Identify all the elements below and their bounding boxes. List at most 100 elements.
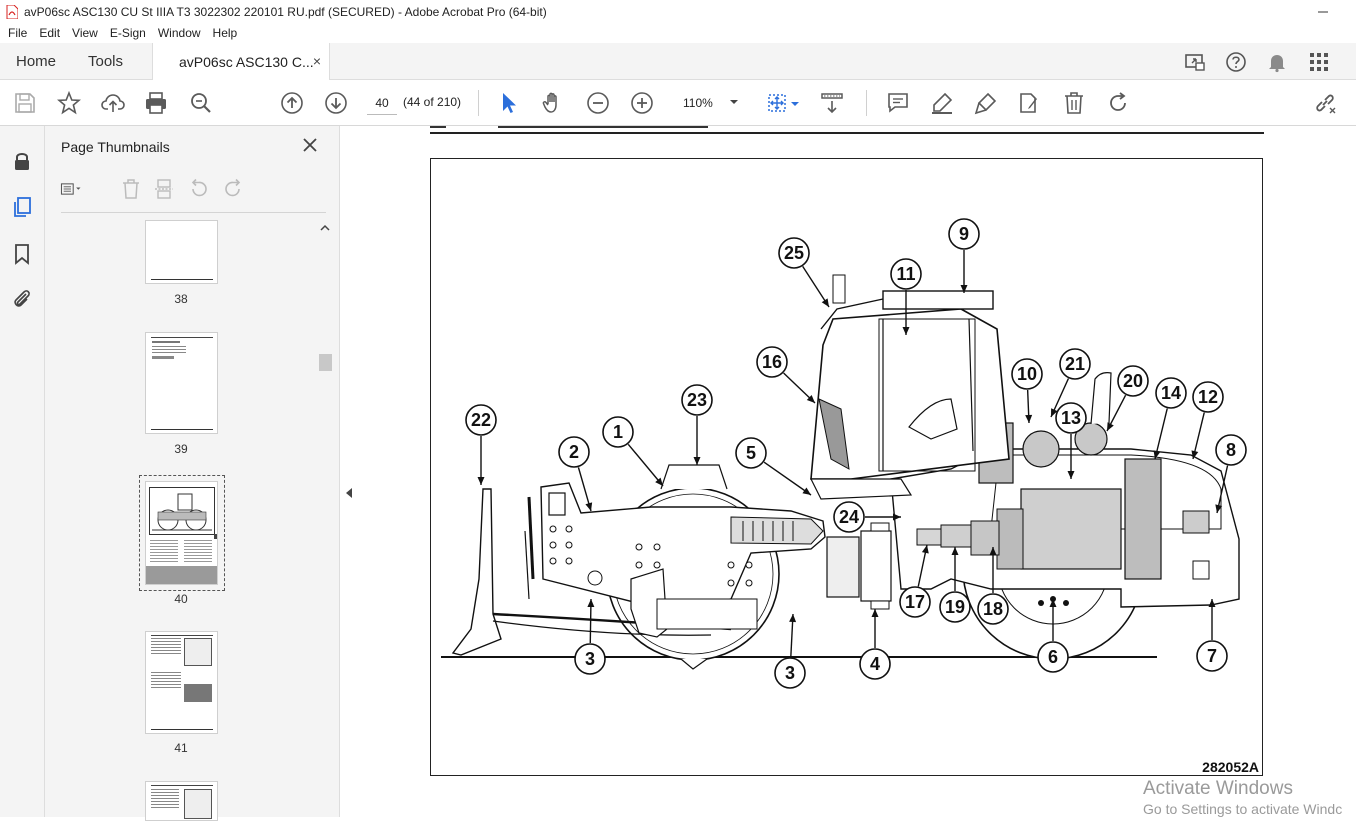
callout-arrowhead	[1215, 504, 1223, 513]
save-icon[interactable]	[13, 91, 37, 115]
page-thumbnail-selected[interactable]	[145, 481, 218, 585]
page-thumbnail[interactable]	[145, 220, 218, 284]
rotate-clockwise-icon[interactable]	[1106, 91, 1130, 115]
callout-number: 10	[1017, 364, 1037, 384]
callout-arrowhead	[821, 298, 829, 307]
share-screen-icon[interactable]	[1184, 51, 1206, 73]
page-thumbnail-label: 38	[174, 292, 188, 306]
notifications-bell-icon[interactable]	[1266, 51, 1288, 73]
zoom-in-icon[interactable]	[630, 91, 654, 115]
heading-rule	[430, 132, 1264, 134]
menu-file[interactable]: File	[2, 26, 33, 40]
callout-24: 24	[833, 501, 901, 533]
callout-arrowhead	[585, 502, 593, 511]
next-page-icon[interactable]	[324, 91, 348, 115]
menu-edit[interactable]: Edit	[33, 26, 66, 40]
page-thumbnail-label: 40	[174, 592, 188, 606]
page-number-input[interactable]	[367, 91, 397, 115]
attachments-paperclip-icon[interactable]	[11, 288, 33, 310]
callout-number: 21	[1065, 354, 1085, 374]
zoom-level-dropdown[interactable]: 110%	[676, 91, 744, 115]
callout-4: 4	[859, 609, 891, 680]
delete-page-icon	[123, 179, 139, 199]
callout-14: 14	[1153, 377, 1187, 460]
link-share-icon[interactable]	[1313, 91, 1337, 115]
callout-arrowhead	[1208, 599, 1216, 607]
callout-arrowhead	[893, 513, 901, 521]
page-thumbnails-icon[interactable]	[11, 196, 33, 218]
menu-bar: File Edit View E-Sign Window Help	[0, 23, 1356, 43]
callout-18: 18	[977, 547, 1009, 625]
main-toolbar: (44 of 210) 110%	[0, 80, 1356, 126]
callout-number: 3	[585, 649, 595, 669]
callout-22: 22	[465, 404, 497, 485]
scroll-up-icon[interactable]	[320, 224, 330, 232]
previous-page-icon[interactable]	[280, 91, 304, 115]
callout-number: 8	[1226, 440, 1236, 460]
callout-9: 9	[948, 218, 980, 293]
page-fit-icon[interactable]	[765, 91, 789, 115]
acrobat-pdf-icon	[6, 4, 18, 19]
callout-number: 9	[959, 224, 969, 244]
tab-close-icon[interactable]: ×	[313, 53, 321, 69]
callout-2: 2	[558, 436, 593, 512]
callout-number: 17	[905, 592, 925, 612]
tab-document-label: avP06sc ASC130 C...	[179, 54, 314, 70]
highlight-pen-icon[interactable]	[930, 91, 954, 115]
callout-arrowhead	[1153, 450, 1161, 459]
print-icon[interactable]	[144, 91, 168, 115]
menu-help[interactable]: Help	[207, 26, 244, 40]
callout-arrowhead	[871, 609, 879, 617]
callout-arrowhead	[902, 327, 910, 335]
collapse-panel-chevron-icon[interactable]	[345, 488, 353, 498]
tab-home[interactable]: Home	[16, 43, 56, 80]
callout-number: 1	[613, 422, 623, 442]
scrollbar-thumb[interactable]	[319, 354, 332, 371]
bookmark-star-icon[interactable]	[57, 91, 81, 115]
lock-icon[interactable]	[11, 150, 33, 172]
tab-document[interactable]: avP06sc ASC130 C... ×	[152, 43, 330, 81]
page-fit-menu-chevron-icon[interactable]	[791, 100, 799, 108]
panel-title: Page Thumbnails	[61, 139, 170, 155]
delete-trash-icon[interactable]	[1062, 91, 1086, 115]
minimize-button[interactable]	[1300, 0, 1346, 23]
thumbnail-figure-preview	[152, 493, 212, 531]
callout-number: 18	[983, 599, 1003, 619]
menu-window[interactable]: Window	[152, 26, 207, 40]
scroll-mode-icon[interactable]	[820, 91, 844, 115]
callout-number: 3	[785, 663, 795, 683]
callout-number: 20	[1123, 371, 1143, 391]
menu-view[interactable]: View	[66, 26, 104, 40]
close-icon[interactable]	[301, 136, 319, 154]
bookmarks-icon[interactable]	[11, 243, 33, 265]
callout-13: 13	[1055, 402, 1087, 479]
apps-grid-icon[interactable]	[1308, 51, 1330, 73]
callout-number: 13	[1061, 408, 1081, 428]
callout-number: 7	[1207, 646, 1217, 666]
callout-23: 23	[681, 384, 713, 465]
zoom-out-icon[interactable]	[586, 91, 610, 115]
callout-number: 23	[687, 390, 707, 410]
callout-number: 2	[569, 442, 579, 462]
zoom-search-icon[interactable]	[189, 91, 213, 115]
hand-tool-icon[interactable]	[541, 91, 565, 115]
page-thumbnail[interactable]	[145, 631, 218, 734]
callout-number: 14	[1161, 383, 1181, 403]
page-thumbnail[interactable]	[145, 781, 218, 821]
page-thumbnail[interactable]	[145, 332, 218, 434]
panel-collapse-handle[interactable]	[340, 126, 358, 817]
upload-cloud-icon[interactable]	[101, 91, 125, 115]
draw-pen-icon[interactable]	[974, 91, 998, 115]
thumbnails-scrollbar[interactable]	[318, 221, 332, 817]
document-view[interactable]: 1 2 3 3 4 5 6 7 8 9 10 11 12 13 14 16 17 18 19 20 21 22 23 24 25…	[358, 126, 1356, 817]
help-icon[interactable]	[1225, 51, 1247, 73]
thumbnail-options-icon[interactable]	[60, 178, 82, 200]
fill-sign-icon[interactable]	[1017, 91, 1041, 115]
callout-7: 7	[1196, 599, 1228, 672]
select-cursor-icon[interactable]	[497, 91, 521, 115]
menu-esign[interactable]: E-Sign	[104, 26, 152, 40]
tab-tools[interactable]: Tools	[88, 43, 123, 80]
comment-icon[interactable]	[886, 91, 910, 115]
callout-arrowhead	[789, 614, 797, 623]
machine-figure: 1 2 3 3 4 5 6 7 8 9 10 11 12 13 14 16 17 18 19 20 21 22 23 24 25…	[430, 158, 1263, 776]
